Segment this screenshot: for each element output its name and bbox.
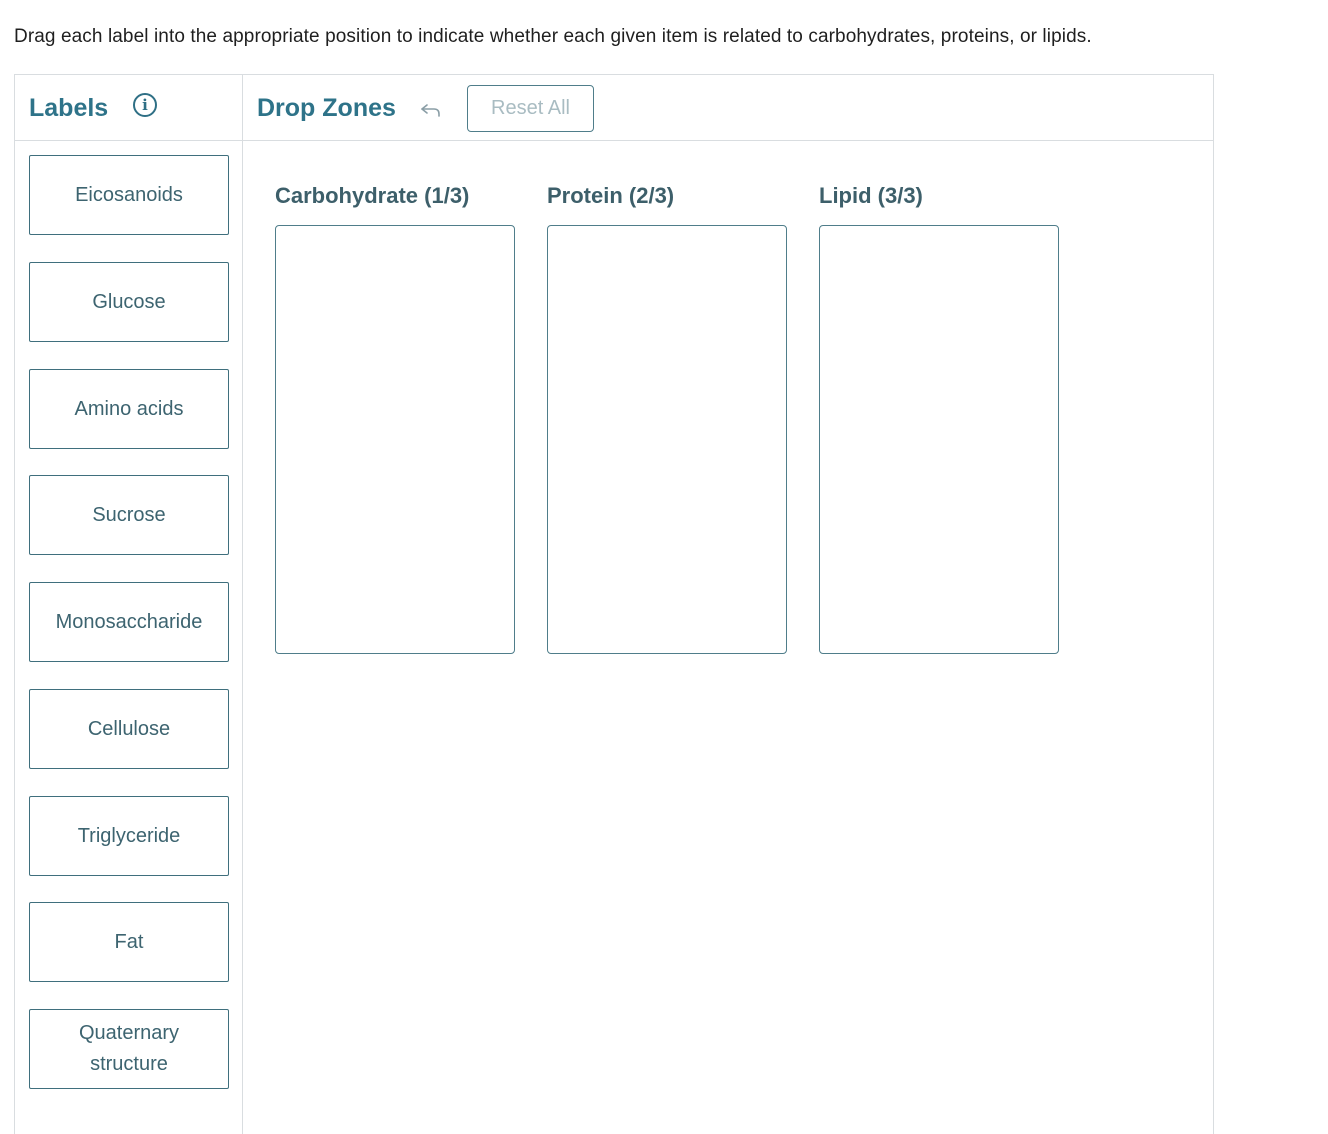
- labels-header: Labels i: [15, 75, 242, 141]
- drag-drop-panel: Labels i Eicosanoids Glucose Amino acids…: [14, 74, 1214, 1134]
- label-chip-glucose[interactable]: Glucose: [29, 262, 229, 342]
- label-chip-amino-acids[interactable]: Amino acids: [29, 369, 229, 449]
- zone-title-lipid: Lipid (3/3): [819, 183, 923, 208]
- instructions-text: Drag each label into the appropriate pos…: [14, 26, 1092, 47]
- labels-column: Labels i Eicosanoids Glucose Amino acids…: [15, 75, 243, 1134]
- drop-zones-title: Drop Zones: [257, 94, 396, 122]
- label-chip-cellulose[interactable]: Cellulose: [29, 689, 229, 769]
- drop-zone-carbohydrate[interactable]: [275, 225, 515, 654]
- label-chip-eicosanoids[interactable]: Eicosanoids: [29, 155, 229, 235]
- labels-title: Labels: [29, 94, 109, 122]
- reset-all-button[interactable]: Reset All: [467, 85, 594, 132]
- drop-zone-lipid[interactable]: [819, 225, 1059, 654]
- drop-zones-column: Drop Zones Reset All Carbohydrate (1/3) …: [243, 75, 1213, 1134]
- label-chip-monosaccharide[interactable]: Monosaccharide: [29, 582, 229, 662]
- label-chip-fat[interactable]: Fat: [29, 902, 229, 982]
- info-icon[interactable]: i: [133, 93, 157, 117]
- zone-title-carbohydrate: Carbohydrate (1/3): [275, 183, 470, 208]
- label-chip-quaternary-structure[interactable]: Quaternary structure: [29, 1009, 229, 1089]
- drop-zones-header: Drop Zones Reset All: [243, 75, 1213, 141]
- label-chip-triglyceride[interactable]: Triglyceride: [29, 796, 229, 876]
- drop-zone-protein[interactable]: [547, 225, 787, 654]
- zone-title-protein: Protein (2/3): [547, 183, 675, 208]
- label-chip-sucrose[interactable]: Sucrose: [29, 475, 229, 555]
- undo-arrow-icon[interactable]: [419, 99, 443, 121]
